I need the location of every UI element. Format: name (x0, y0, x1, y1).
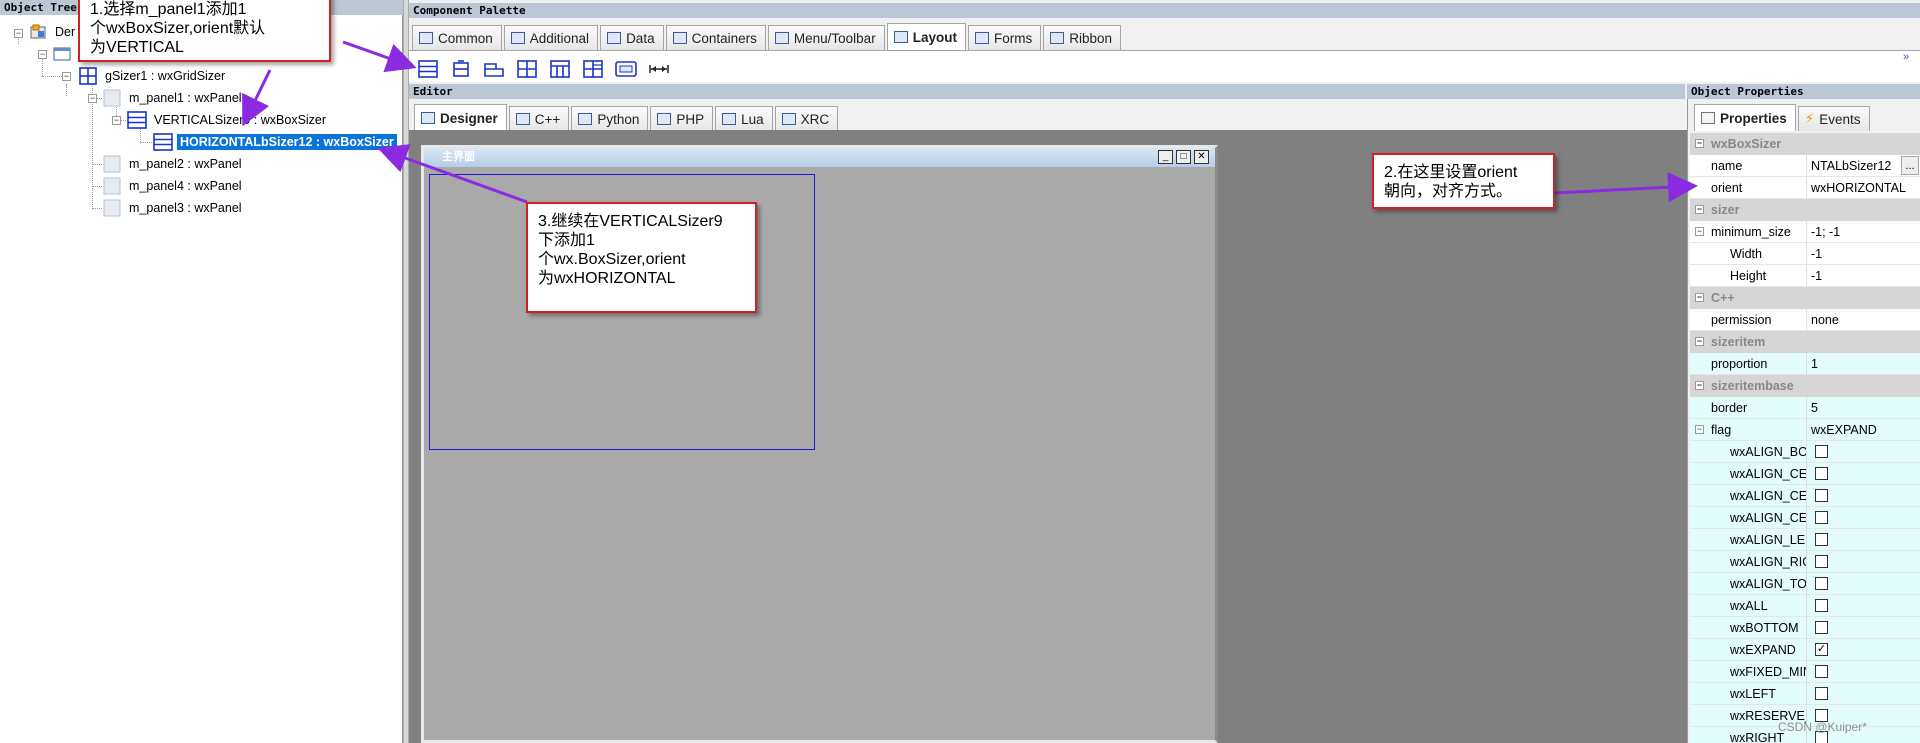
callout-text: 3.继续在VERTICALSizer9 (538, 213, 723, 230)
annotation-callout-1: 1.选择m_panel1添加1 个wxBoxSizer,orient默认 为VE… (78, 0, 331, 62)
callout-text: 朝向，对齐方式。 (1384, 183, 1513, 200)
watermark: CSDN @Kuiper* (1778, 720, 1867, 734)
arrow-to-horizontal-sizer (377, 144, 528, 204)
annotation-callout-2: 2.在这里设置orient 朝向，对齐方式。 (1372, 153, 1555, 209)
callout-text: 为wxHORIZONTAL (538, 270, 676, 287)
arrow-to-orient (1554, 172, 1698, 203)
callout-text: 1.选择m_panel1添加1 (90, 1, 247, 18)
callout-text: 2.在这里设置orient (1384, 164, 1518, 181)
callout-text: 下添加1 (538, 232, 595, 249)
annotation-callout-3: 3.继续在VERTICALSizer9 下添加1 个wx.BoxSizer,or… (526, 202, 757, 313)
annotation-arrows (242, 40, 1698, 204)
callout-text: 个wxBoxSizer,orient默认 (90, 20, 266, 37)
callout-text: 为VERTICAL (90, 39, 184, 56)
callout-text: 个wx.BoxSizer,orient (538, 251, 686, 268)
arrow-to-vertical-sizer (242, 69, 272, 127)
arrow-to-palette (342, 40, 417, 73)
